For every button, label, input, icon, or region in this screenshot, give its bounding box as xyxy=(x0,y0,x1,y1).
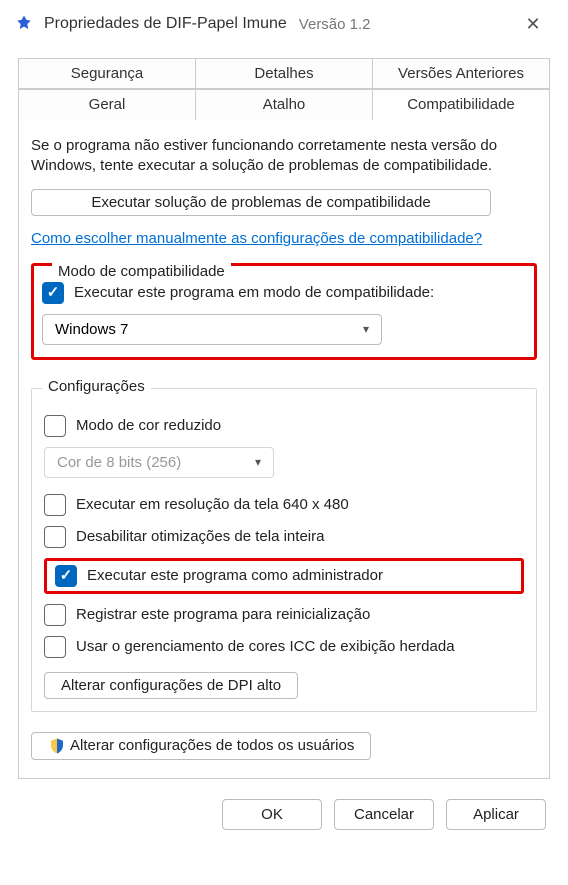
all-users-label: Alterar configurações de todos os usuári… xyxy=(70,737,354,754)
use-icc-checkbox[interactable] xyxy=(44,636,66,658)
titlebar: Propriedades de DIF-Papel Imune Versão 1… xyxy=(0,0,568,48)
window-title: Propriedades de DIF-Papel Imune xyxy=(44,15,287,33)
color-depth-value: Cor de 8 bits (256) xyxy=(57,454,181,471)
reduced-color-checkbox[interactable] xyxy=(44,415,66,437)
apply-button[interactable]: Aplicar xyxy=(446,799,546,830)
run-admin-label: Executar este programa como administrado… xyxy=(87,567,383,584)
reduced-color-label: Modo de cor reduzido xyxy=(76,417,221,434)
window-version: Versão 1.2 xyxy=(299,16,371,33)
close-icon[interactable]: ✕ xyxy=(512,14,554,35)
compat-mode-legend: Modo de compatibilidade xyxy=(52,263,231,280)
ok-button[interactable]: OK xyxy=(222,799,322,830)
tab-details[interactable]: Detalhes xyxy=(196,58,373,89)
tab-compatibility[interactable]: Compatibilidade xyxy=(373,89,550,120)
shield-icon xyxy=(48,737,66,755)
tab-content: Se o programa não estiver funcionando co… xyxy=(18,120,550,779)
chevron-down-icon: ▾ xyxy=(363,322,369,336)
use-icc-label: Usar o gerenciamento de cores ICC de exi… xyxy=(76,638,455,655)
color-depth-select: Cor de 8 bits (256) ▾ xyxy=(44,447,274,478)
resolution-640-checkbox[interactable] xyxy=(44,494,66,516)
register-restart-checkbox[interactable] xyxy=(44,604,66,626)
help-link[interactable]: Como escolher manualmente as configuraçõ… xyxy=(31,230,537,247)
disable-fullscreen-checkbox[interactable] xyxy=(44,526,66,548)
compat-mode-select[interactable]: Windows 7 ▾ xyxy=(42,314,382,345)
config-legend: Configurações xyxy=(42,378,151,395)
compat-mode-label: Executar este programa em modo de compat… xyxy=(74,284,434,301)
compat-mode-highlight: Modo de compatibilidade Executar este pr… xyxy=(31,263,537,360)
footer: OK Cancelar Aplicar xyxy=(0,779,568,850)
all-users-button[interactable]: Alterar configurações de todos os usuári… xyxy=(31,732,371,760)
register-restart-label: Registrar este programa para reinicializ… xyxy=(76,606,370,623)
chevron-down-icon: ▾ xyxy=(255,455,261,469)
config-groupbox: Configurações Modo de cor reduzido Cor d… xyxy=(31,388,537,712)
compat-mode-selected: Windows 7 xyxy=(55,321,128,338)
app-icon xyxy=(14,14,34,34)
tab-security[interactable]: Segurança xyxy=(18,58,196,89)
troubleshoot-button[interactable]: Executar solução de problemas de compati… xyxy=(31,189,491,216)
dpi-settings-button[interactable]: Alterar configurações de DPI alto xyxy=(44,672,298,699)
tab-previous-versions[interactable]: Versões Anteriores xyxy=(373,58,550,89)
run-admin-checkbox[interactable] xyxy=(55,565,77,587)
tabs-row-top: Segurança Detalhes Versões Anteriores xyxy=(18,58,550,89)
tabs-row-bottom: Geral Atalho Compatibilidade xyxy=(18,89,550,120)
tab-general[interactable]: Geral xyxy=(18,89,196,120)
compat-mode-checkbox[interactable] xyxy=(42,282,64,304)
resolution-640-label: Executar em resolução da tela 640 x 480 xyxy=(76,496,349,513)
intro-text: Se o programa não estiver funcionando co… xyxy=(31,136,537,177)
disable-fullscreen-label: Desabilitar otimizações de tela inteira xyxy=(76,528,324,545)
cancel-button[interactable]: Cancelar xyxy=(334,799,434,830)
run-admin-highlight: Executar este programa como administrado… xyxy=(44,558,524,594)
tab-shortcut[interactable]: Atalho xyxy=(196,89,373,120)
